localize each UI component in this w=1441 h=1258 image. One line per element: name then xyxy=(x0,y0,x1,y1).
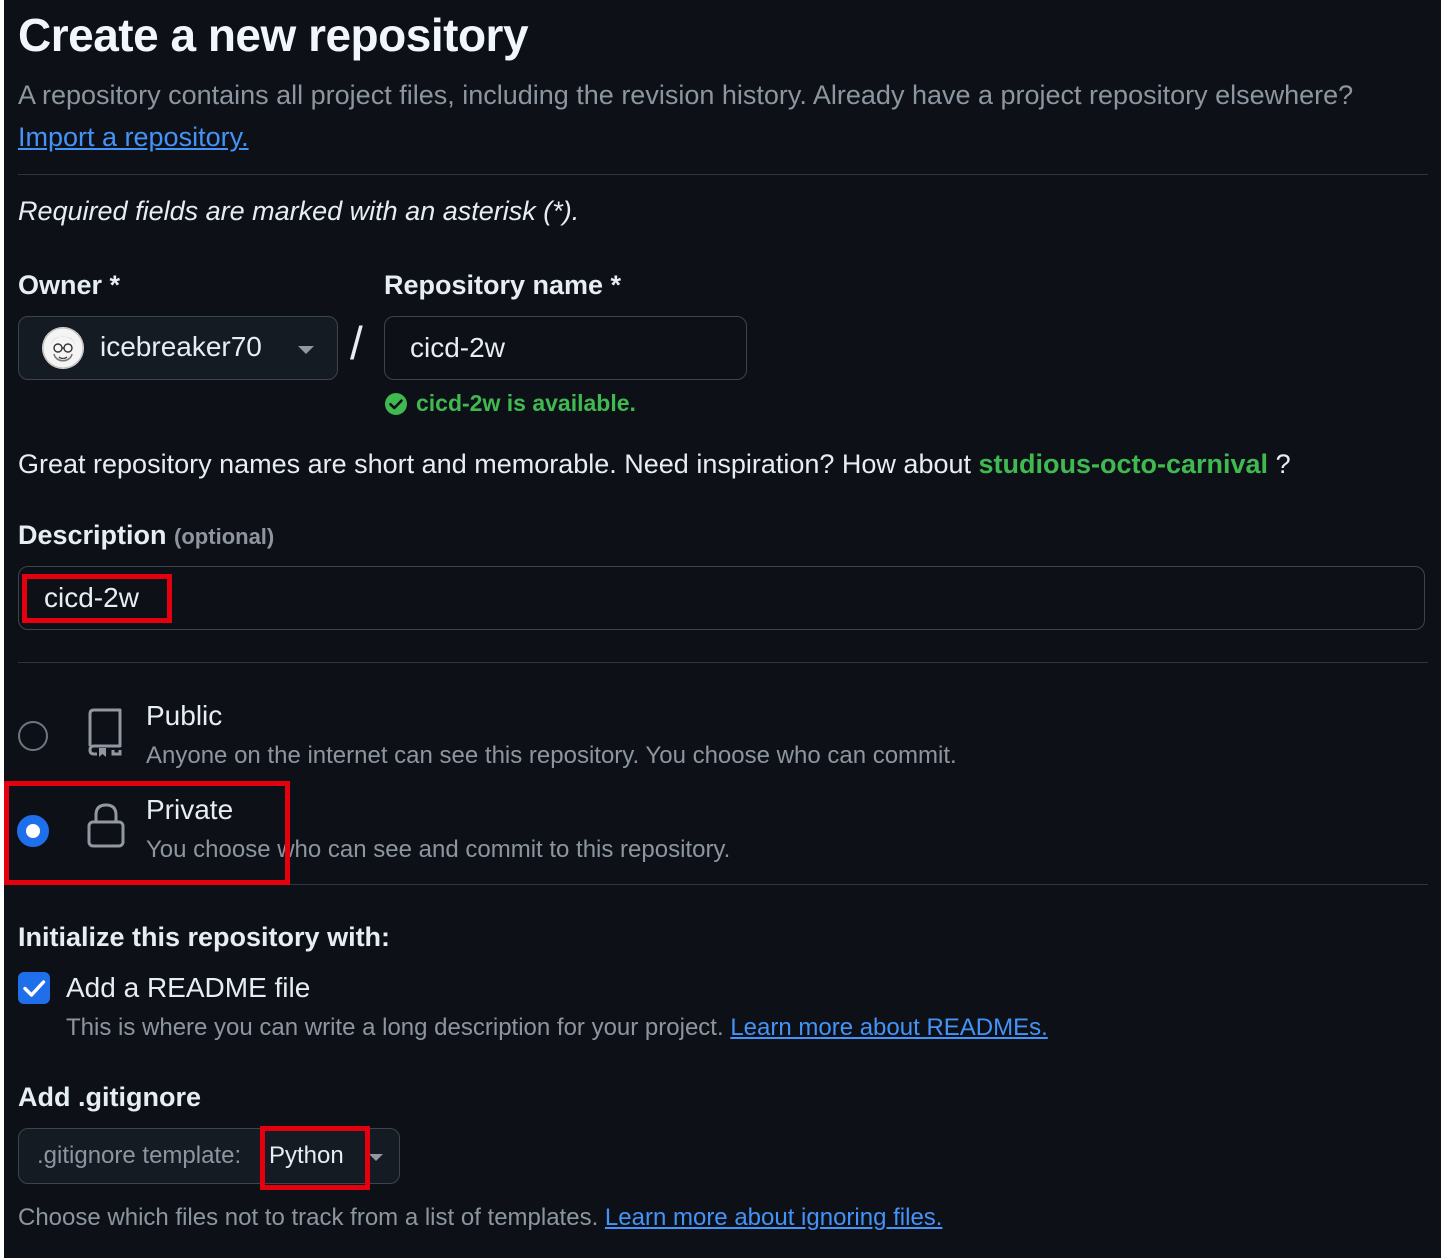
inspiration-suffix: ? xyxy=(1275,449,1291,479)
owner-name: icebreaker70 xyxy=(100,331,262,362)
check-icon xyxy=(23,980,46,997)
private-description: You choose who can see and commit to thi… xyxy=(146,836,731,863)
intro-text: A repository contains all project files,… xyxy=(18,74,1408,158)
avatar xyxy=(42,327,84,369)
divider xyxy=(290,884,1428,885)
readme-checkbox[interactable] xyxy=(18,972,50,1004)
readme-label[interactable]: Add a README file xyxy=(66,972,310,1004)
check-circle-icon xyxy=(385,392,407,415)
description-field[interactable]: cicd-2w xyxy=(18,566,1425,630)
description-label: Description (optional) xyxy=(18,520,274,551)
gitignore-select-prefix: .gitignore template: xyxy=(37,1142,242,1169)
divider xyxy=(18,662,1428,663)
page-title: Create a new repository xyxy=(18,9,529,61)
owner-select[interactable]: icebreaker70 xyxy=(18,316,338,380)
chevron-down-icon xyxy=(298,346,314,354)
description-value: cicd-2w xyxy=(44,582,139,613)
suggested-name-link[interactable]: studious-octo-carnival xyxy=(979,449,1269,479)
availability-text: cicd-2w is available. xyxy=(416,390,636,416)
required-fields-note: Required fields are marked with an aster… xyxy=(18,196,580,226)
readme-description: This is where you can write a long descr… xyxy=(66,1014,724,1041)
owner-label: Owner * xyxy=(18,270,121,300)
inspiration-text: Great repository names are short and mem… xyxy=(18,449,971,479)
owner-repo-separator: / xyxy=(350,317,363,369)
gitignore-help: Choose which files not to track from a l… xyxy=(18,1204,942,1232)
readme-learn-more-link[interactable]: Learn more about READMEs. xyxy=(730,1014,1047,1041)
availability-message: cicd-2w is available. xyxy=(384,390,636,417)
repo-icon xyxy=(88,708,122,757)
create-repository-page: Create a new repository A repository con… xyxy=(4,0,1441,1258)
name-inspiration: Great repository names are short and mem… xyxy=(18,449,1291,480)
intro-description: A repository contains all project files,… xyxy=(18,80,1354,110)
description-label-text: Description xyxy=(18,520,167,550)
gitignore-select-value: Python xyxy=(269,1142,344,1169)
divider xyxy=(18,174,1428,175)
optional-tag: (optional) xyxy=(174,524,275,549)
repository-name-label: Repository name * xyxy=(384,270,622,300)
repository-name-value: cicd-2w xyxy=(410,332,505,363)
private-title: Private xyxy=(146,794,234,825)
chevron-down-icon xyxy=(369,1154,383,1161)
initialize-heading: Initialize this repository with: xyxy=(18,922,391,952)
readme-help: This is where you can write a long descr… xyxy=(66,1014,1048,1042)
private-radio[interactable] xyxy=(17,815,49,847)
import-repository-link[interactable]: Import a repository. xyxy=(18,122,249,152)
public-title: Public xyxy=(146,700,223,731)
gitignore-template-select[interactable]: .gitignore template: Python xyxy=(18,1128,400,1184)
public-description: Anyone on the internet can see this repo… xyxy=(146,742,957,769)
repository-name-field[interactable]: cicd-2w xyxy=(384,316,747,380)
gitignore-help-text: Choose which files not to track from a l… xyxy=(18,1204,599,1231)
gitignore-label: Add .gitignore xyxy=(18,1082,201,1112)
public-radio[interactable] xyxy=(18,721,48,751)
lock-icon xyxy=(87,803,125,848)
gitignore-learn-more-link[interactable]: Learn more about ignoring files. xyxy=(605,1204,943,1231)
